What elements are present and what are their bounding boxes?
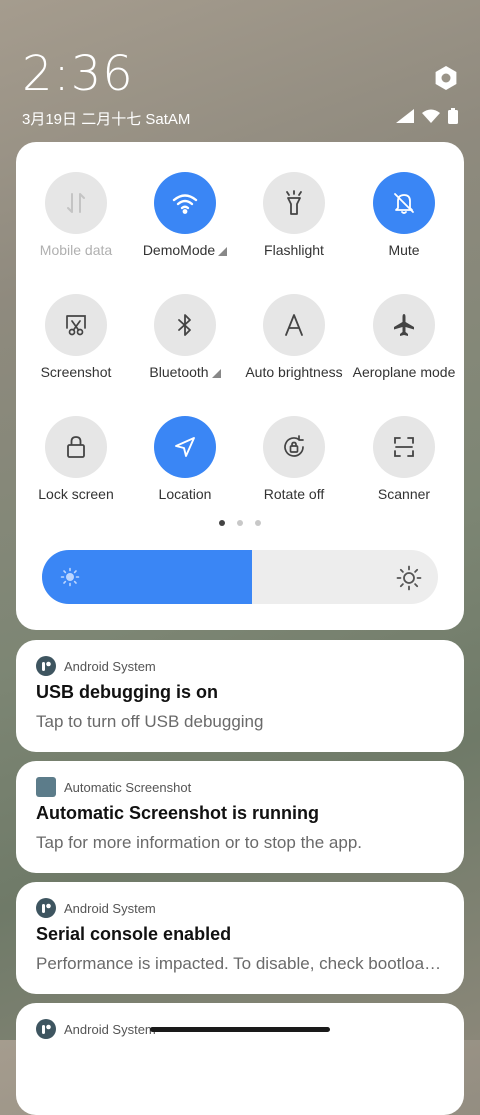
brightness-slider[interactable]	[42, 550, 438, 604]
tile-label: Aeroplane mode	[352, 364, 456, 380]
battery-icon	[448, 108, 458, 124]
notification-title: USB debugging is on	[36, 682, 218, 702]
expand-triangle-icon	[218, 246, 228, 256]
page-dot	[219, 520, 225, 526]
tile-aeroplane-mode[interactable]: Aeroplane mode	[349, 294, 459, 380]
notification-app-name: Android System	[64, 900, 156, 916]
tile-label: Location	[158, 486, 212, 502]
notification-title: Serial console enabled	[36, 924, 232, 944]
tile-label: Rotate off	[263, 486, 325, 502]
screenshot-icon	[45, 294, 107, 356]
notification-app-name: Android System	[64, 658, 156, 674]
auto-brightness-icon	[263, 294, 325, 356]
home-gesture-bar[interactable]	[150, 1027, 330, 1032]
tile-label: DemoMode	[130, 242, 240, 258]
tile-label: Flashlight	[264, 242, 324, 258]
expand-triangle-icon	[211, 368, 221, 378]
notification-app-row: Android System	[36, 898, 156, 918]
notification-app-name: Automatic Screenshot	[64, 779, 192, 795]
notification-title: Automatic Screenshot is running	[36, 803, 320, 823]
rotate-lock-icon	[263, 416, 325, 478]
tile-label: Mobile data	[39, 242, 113, 258]
notification-app-row: Android System	[36, 656, 156, 676]
tile-label: Lock screen	[38, 486, 114, 502]
signal-icon	[396, 109, 414, 123]
date-label: 3月19日 二月十七 SatAM	[22, 111, 191, 128]
tile-flashlight[interactable]: Flashlight	[239, 172, 349, 258]
automatic-screenshot-icon	[36, 777, 56, 797]
wifi-icon	[154, 172, 216, 234]
notification-usb-debugging[interactable]: Android System USB debugging is on Tap t…	[16, 640, 464, 752]
android-system-icon	[36, 898, 56, 918]
scanner-icon	[373, 416, 435, 478]
tile-label: Auto brightness	[245, 364, 343, 380]
brightness-low-icon	[60, 567, 80, 592]
tile-lock-screen[interactable]: Lock screen	[21, 416, 131, 502]
bell-off-icon	[373, 172, 435, 234]
tile-scanner[interactable]: Scanner	[349, 416, 459, 502]
tile-label: Bluetooth	[130, 364, 240, 380]
tile-label: Screenshot	[40, 364, 112, 380]
tile-rotate-off[interactable]: Rotate off	[239, 416, 349, 502]
android-system-icon	[36, 1019, 56, 1039]
location-icon	[154, 416, 216, 478]
flashlight-icon	[263, 172, 325, 234]
notification-app-name: Android System	[64, 1021, 156, 1037]
brightness-high-icon	[396, 565, 422, 596]
tile-location[interactable]: Location	[130, 416, 240, 502]
tile-screenshot[interactable]: Screenshot	[21, 294, 131, 380]
notification-automatic-screenshot[interactable]: Automatic Screenshot Automatic Screensho…	[16, 761, 464, 873]
tile-bluetooth[interactable]: Bluetooth	[130, 294, 240, 380]
page-dot	[255, 520, 261, 526]
wifi-status-icon	[422, 109, 440, 123]
notification-body: Tap to turn off USB debugging	[36, 712, 264, 731]
settings-gear-icon[interactable]	[432, 64, 460, 92]
notification-body: Performance is impacted. To disable, che…	[36, 954, 446, 973]
tile-mute[interactable]: Mute	[349, 172, 459, 258]
notification-android-system[interactable]: Android System	[16, 1003, 464, 1115]
tile-auto-brightness[interactable]: Auto brightness	[239, 294, 349, 380]
clock: 2:36	[22, 46, 134, 102]
notification-app-row: Android System	[36, 1019, 156, 1039]
tile-demomode[interactable]: DemoMode	[130, 172, 240, 258]
mobile-data-icon	[45, 172, 107, 234]
notification-app-row: Automatic Screenshot	[36, 777, 191, 797]
quick-settings-panel: Mobile data DemoMode Flashlight Mute Scr…	[16, 142, 464, 630]
notification-body: Tap for more information or to stop the …	[36, 833, 363, 852]
tile-mobile-data[interactable]: Mobile data	[21, 172, 131, 258]
airplane-icon	[373, 294, 435, 356]
lock-icon	[45, 416, 107, 478]
android-system-icon	[36, 656, 56, 676]
status-icons	[396, 108, 458, 124]
page-dot	[237, 520, 243, 526]
tile-label: Mute	[388, 242, 420, 258]
bluetooth-icon	[154, 294, 216, 356]
page-indicator[interactable]	[16, 520, 464, 526]
notification-serial-console[interactable]: Android System Serial console enabled Pe…	[16, 882, 464, 994]
tile-label: Scanner	[377, 486, 431, 502]
